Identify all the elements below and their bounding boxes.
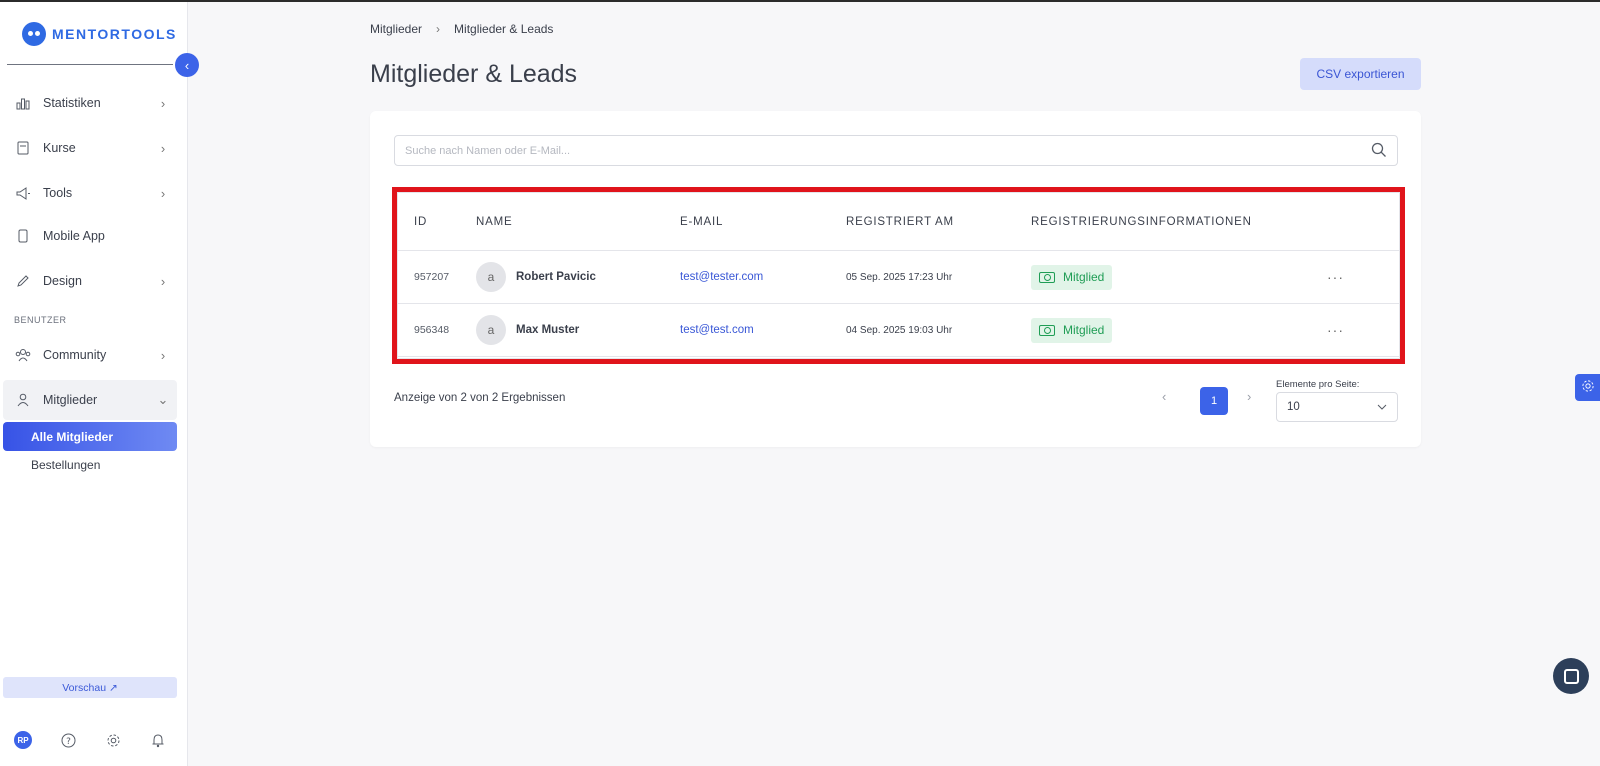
megaphone-icon <box>3 186 43 200</box>
sidebar-item-label: Community <box>43 348 107 362</box>
breadcrumb-item[interactable]: Mitglieder <box>370 22 422 36</box>
members-card: ID NAME E-MAIL REGISTRIERT AM REGISTRIER… <box>370 111 1421 447</box>
more-options-icon[interactable]: ··· <box>1327 269 1357 285</box>
chevron-right-icon: › <box>160 347 166 363</box>
sidebar-item-statistiken[interactable]: Statistiken › <box>3 83 177 123</box>
gear-icon[interactable] <box>104 731 122 749</box>
chevron-right-icon: › <box>160 185 166 201</box>
results-count: Anzeige von 2 von 2 Ergebnissen <box>394 392 566 404</box>
registered-date: 05 Sep. 2025 17:23 Uhr <box>846 271 953 283</box>
member-id: 957207 <box>414 271 450 283</box>
search-box <box>394 135 1398 166</box>
csv-export-button[interactable]: CSV exportieren <box>1300 58 1421 90</box>
chat-launcher-button[interactable] <box>1553 658 1589 694</box>
column-header-name[interactable]: NAME <box>476 216 680 228</box>
logo[interactable]: MENTORTOOLS <box>22 22 177 46</box>
sidebar: MENTORTOOLS Statistiken › Kurse › Tools … <box>0 2 188 766</box>
money-icon <box>1039 271 1055 283</box>
logo-icon <box>22 22 46 46</box>
chevron-down-icon <box>1377 401 1387 413</box>
member-name[interactable]: Robert Pavicic <box>516 271 596 283</box>
breadcrumb: Mitglieder › Mitglieder & Leads <box>370 22 553 36</box>
member-name-cell: a Robert Pavicic <box>476 262 680 292</box>
logo-text: MENTORTOOLS <box>52 26 177 42</box>
page-title: Mitglieder & Leads <box>370 60 578 88</box>
chevron-right-icon: › <box>160 140 166 156</box>
settings-float-button[interactable] <box>1575 374 1600 401</box>
registration-info: Mitglied <box>1031 317 1327 343</box>
avatar[interactable]: RP <box>14 731 32 749</box>
svg-text:?: ? <box>66 737 71 747</box>
chevron-left-icon: ‹ <box>184 57 190 73</box>
bar-chart-icon <box>3 97 43 110</box>
search-icon[interactable] <box>1371 142 1387 158</box>
registration-info: Mitglied <box>1031 264 1327 290</box>
sidebar-item-mitglieder[interactable]: Mitglieder ⌄ <box>3 380 177 420</box>
table-row[interactable]: 956348 a Max Muster test@test.com 04 Sep… <box>398 304 1399 357</box>
money-icon <box>1039 324 1055 336</box>
pagination-page-button[interactable]: 1 <box>1200 387 1228 415</box>
divider <box>7 64 173 65</box>
sidebar-subitem-bestellungen[interactable]: Bestellungen <box>31 458 100 472</box>
breadcrumb-item: Mitglieder & Leads <box>454 22 554 36</box>
chevron-left-icon[interactable]: ‹ <box>1162 389 1166 404</box>
sidebar-item-label: Statistiken <box>43 96 101 110</box>
status-badge-label: Mitglied <box>1063 323 1105 337</box>
sidebar-item-label: Mobile App <box>43 229 105 243</box>
status-badge: Mitglied <box>1031 317 1113 343</box>
member-name[interactable]: Max Muster <box>516 324 579 336</box>
members-table: ID NAME E-MAIL REGISTRIERT AM REGISTRIER… <box>397 192 1400 359</box>
phone-icon <box>3 229 43 243</box>
book-icon <box>3 141 43 155</box>
table-header: ID NAME E-MAIL REGISTRIERT AM REGISTRIER… <box>398 193 1399 251</box>
search-input[interactable] <box>395 136 1347 165</box>
member-name-cell: a Max Muster <box>476 315 680 345</box>
chevron-right-icon: › <box>160 95 166 111</box>
sidebar-item-tools[interactable]: Tools › <box>3 173 177 213</box>
member-email-link[interactable]: test@tester.com <box>680 271 846 283</box>
status-badge-label: Mitglied <box>1063 270 1105 284</box>
sidebar-item-label: Kurse <box>43 141 76 155</box>
column-header-email[interactable]: E-MAIL <box>680 216 846 228</box>
users-icon <box>3 348 43 362</box>
per-page-label: Elemente pro Seite: <box>1276 379 1360 390</box>
avatar: a <box>476 262 506 292</box>
help-icon[interactable]: ? <box>59 731 77 749</box>
chevron-right-icon: › <box>436 22 441 36</box>
sidebar-item-label: Design <box>43 274 82 288</box>
registered-date: 04 Sep. 2025 19:03 Uhr <box>846 324 953 336</box>
status-badge: Mitglied <box>1031 264 1113 290</box>
preview-button[interactable]: Vorschau ↗ <box>3 677 177 698</box>
user-icon <box>3 393 43 407</box>
per-page-select[interactable]: 10 <box>1276 392 1398 422</box>
member-id: 956348 <box>414 324 450 336</box>
column-header-registered[interactable]: REGISTRIERT AM <box>846 216 1031 228</box>
chevron-right-icon: › <box>160 273 166 289</box>
pen-icon <box>3 274 43 288</box>
chevron-right-icon[interactable]: › <box>1247 389 1251 404</box>
sidebar-item-mobile-app[interactable]: Mobile App <box>3 216 177 256</box>
per-page-value: 10 <box>1287 401 1300 413</box>
section-label: BENUTZER <box>14 315 67 325</box>
gear-icon <box>1581 379 1595 396</box>
chat-icon <box>1563 668 1579 684</box>
avatar: a <box>476 315 506 345</box>
sidebar-item-kurse[interactable]: Kurse › <box>3 128 177 168</box>
sidebar-footer: RP ? <box>14 731 174 751</box>
sidebar-subitem-alle-mitglieder[interactable]: Alle Mitglieder <box>3 422 177 451</box>
collapse-sidebar-button[interactable]: ‹ <box>175 53 199 77</box>
sidebar-item-community[interactable]: Community › <box>3 335 177 375</box>
column-header-id[interactable]: ID <box>398 216 476 228</box>
sidebar-item-label: Tools <box>43 186 73 200</box>
highlight-box: ID NAME E-MAIL REGISTRIERT AM REGISTRIER… <box>392 187 1405 364</box>
column-header-info[interactable]: REGISTRIERUNGSINFORMATIONEN <box>1031 216 1327 228</box>
more-options-icon[interactable]: ··· <box>1327 322 1357 338</box>
sidebar-item-design[interactable]: Design › <box>3 261 177 301</box>
bell-icon[interactable] <box>149 731 167 749</box>
table-row[interactable]: 957207 a Robert Pavicic test@tester.com … <box>398 251 1399 304</box>
member-email-link[interactable]: test@test.com <box>680 324 846 336</box>
chevron-down-icon: ⌄ <box>157 392 169 407</box>
sidebar-item-label: Mitglieder <box>43 393 98 407</box>
